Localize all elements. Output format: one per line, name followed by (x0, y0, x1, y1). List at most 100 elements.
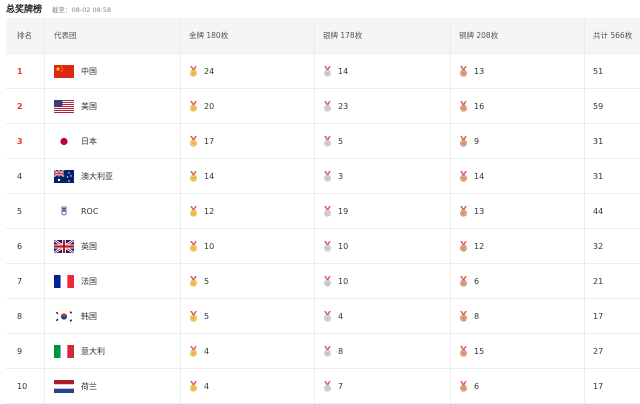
bronze-cell: 15 (450, 334, 584, 368)
gold-count: 10 (204, 241, 215, 251)
rank-cell: 8 (6, 299, 44, 333)
bronze-medal-icon (459, 135, 468, 147)
rank-number: 9 (17, 346, 23, 356)
rank-cell: 9 (6, 334, 44, 368)
bronze-cell: 13 (450, 194, 584, 228)
rank-cell: 1 (6, 54, 44, 88)
total-count: 44 (593, 206, 604, 216)
rank-cell: 2 (6, 89, 44, 123)
table-row: 5 ROC 12 19 13 44 (6, 194, 640, 229)
silver-cell: 23 (314, 89, 450, 123)
silver-medal-icon (323, 65, 332, 77)
bronze-cell: 14 (450, 159, 584, 193)
korea-flag (54, 309, 74, 323)
update-time: 截至：08-02 08:58 (52, 6, 112, 14)
gold-cell: 4 (180, 334, 314, 368)
netherlands-flag (54, 379, 74, 393)
team-name: 荷兰 (81, 381, 97, 391)
bronze-count: 6 (474, 276, 480, 286)
table-row: 7 法国 5 10 6 21 (6, 264, 640, 299)
bronze-count: 13 (474, 206, 485, 216)
page-header: 总奖牌榜 截至：08-02 08:58 (0, 0, 640, 18)
silver-cell: 19 (314, 194, 450, 228)
gold-medal-icon (189, 100, 198, 112)
gold-count: 5 (204, 276, 210, 286)
gold-medal-icon (189, 205, 198, 217)
bronze-cell: 9 (450, 124, 584, 158)
gold-count: 12 (204, 206, 215, 216)
bronze-cell: 8 (450, 299, 584, 333)
bronze-cell: 13 (450, 54, 584, 88)
silver-medal-icon (323, 170, 332, 182)
table-row: 1 中国 24 14 13 51 (6, 54, 640, 89)
bronze-count: 12 (474, 241, 485, 251)
silver-medal-icon (323, 205, 332, 217)
column-header-gold: 金牌 180枚 (180, 18, 314, 53)
column-header-team: 代表团 (44, 18, 180, 53)
team-name: 澳大利亚 (81, 171, 113, 181)
column-header-bronze: 铜牌 208枚 (450, 18, 584, 53)
bronze-count: 14 (474, 171, 485, 181)
silver-cell: 5 (314, 124, 450, 158)
rank-cell: 5 (6, 194, 44, 228)
gold-count: 14 (204, 171, 215, 181)
bronze-medal-icon (459, 380, 468, 392)
total-cell: 27 (584, 334, 640, 368)
silver-cell: 4 (314, 299, 450, 333)
bronze-count: 6 (474, 381, 480, 391)
table-header-row: 排名 代表团 金牌 180枚 银牌 178枚 铜牌 208枚 共计 566枚 (6, 18, 640, 54)
total-cell: 44 (584, 194, 640, 228)
rank-number: 2 (17, 101, 23, 111)
table-row: 4 澳大利亚 14 3 14 31 (6, 159, 640, 194)
bronze-count: 13 (474, 66, 485, 76)
gold-cell: 12 (180, 194, 314, 228)
total-count: 21 (593, 276, 604, 286)
japan-flag (54, 134, 74, 148)
silver-count: 5 (338, 136, 344, 146)
silver-count: 7 (338, 381, 344, 391)
rank-cell: 4 (6, 159, 44, 193)
total-cell: 31 (584, 124, 640, 158)
silver-cell: 8 (314, 334, 450, 368)
gold-medal-icon (189, 380, 198, 392)
column-header-total: 共计 566枚 (584, 18, 640, 53)
gold-count: 4 (204, 381, 210, 391)
total-cell: 17 (584, 299, 640, 333)
table-row: 8 韩国 5 4 8 17 (6, 299, 640, 334)
team-cell: 韩国 (44, 299, 180, 333)
rank-cell: 10 (6, 369, 44, 403)
silver-cell: 7 (314, 369, 450, 403)
team-cell: 中国 (44, 54, 180, 88)
page-title: 总奖牌榜 (6, 5, 43, 15)
bronze-cell: 6 (450, 369, 584, 403)
silver-medal-icon (323, 240, 332, 252)
gold-medal-icon (189, 345, 198, 357)
total-count: 51 (593, 66, 604, 76)
team-name: 英国 (81, 241, 97, 251)
bronze-medal-icon (459, 100, 468, 112)
gold-cell: 5 (180, 264, 314, 298)
gold-cell: 10 (180, 229, 314, 263)
rank-number: 4 (17, 171, 23, 181)
bronze-medal-icon (459, 310, 468, 322)
gold-medal-icon (189, 310, 198, 322)
silver-medal-icon (323, 275, 332, 287)
silver-medal-icon (323, 310, 332, 322)
total-count: 17 (593, 311, 604, 321)
silver-medal-icon (323, 135, 332, 147)
gold-medal-icon (189, 65, 198, 77)
team-name: 法国 (81, 276, 97, 286)
gold-cell: 4 (180, 369, 314, 403)
total-cell: 31 (584, 159, 640, 193)
gold-count: 24 (204, 66, 215, 76)
team-name: 意大利 (81, 346, 105, 356)
silver-cell: 10 (314, 229, 450, 263)
uk-flag (54, 239, 74, 253)
france-flag (54, 274, 74, 288)
rank-cell: 7 (6, 264, 44, 298)
silver-cell: 10 (314, 264, 450, 298)
bronze-medal-icon (459, 345, 468, 357)
rank-cell: 3 (6, 124, 44, 158)
medal-table: 排名 代表团 金牌 180枚 银牌 178枚 铜牌 208枚 共计 566枚 1… (6, 18, 640, 404)
roc-emblem (54, 204, 74, 218)
